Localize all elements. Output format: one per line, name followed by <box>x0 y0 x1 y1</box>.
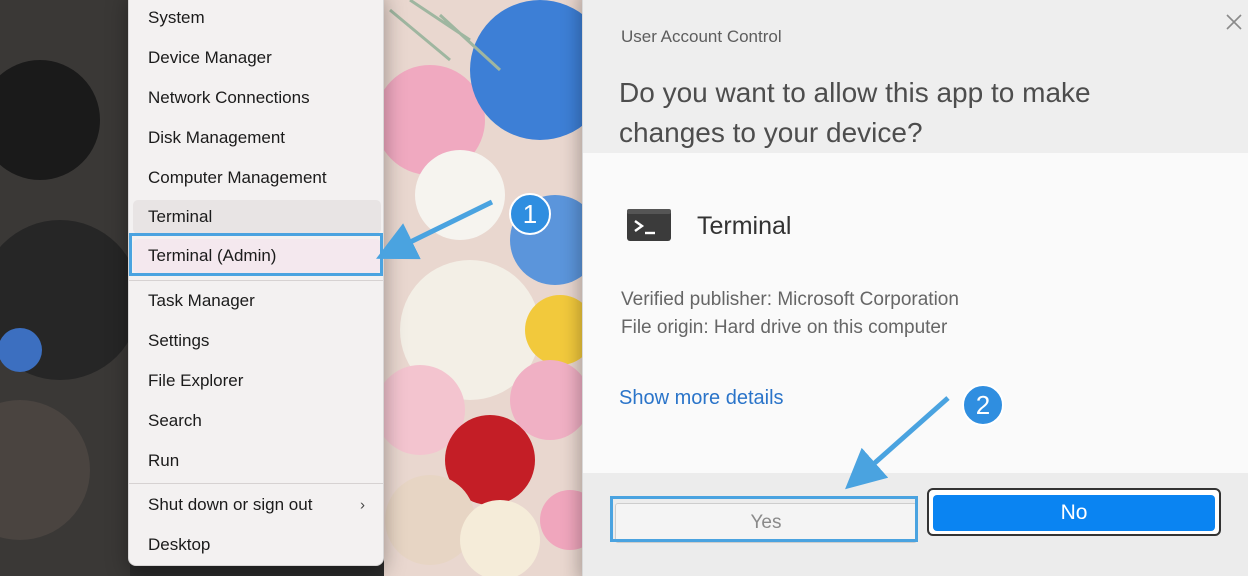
menu-item-system[interactable]: System <box>133 1 381 35</box>
menu-item-label: System <box>148 8 205 27</box>
file-origin: File origin: Hard drive on this computer <box>621 317 948 338</box>
show-more-details-link[interactable]: Show more details <box>619 387 784 410</box>
menu-item-terminal[interactable]: Terminal <box>133 200 381 234</box>
menu-item-label: File Explorer <box>148 371 244 390</box>
uac-body <box>583 153 1248 473</box>
menu-item-desktop[interactable]: Desktop <box>133 528 381 562</box>
winx-context-menu: System Device Manager Network Connection… <box>128 0 384 566</box>
uac-dialog: User Account Control Do you want to allo… <box>582 0 1248 576</box>
menu-item-task-manager[interactable]: Task Manager <box>133 284 381 318</box>
menu-separator <box>129 483 383 484</box>
menu-item-disk-management[interactable]: Disk Management <box>133 121 381 155</box>
menu-separator <box>129 280 383 281</box>
menu-item-terminal-admin[interactable]: Terminal (Admin) <box>133 239 381 273</box>
menu-item-label: Task Manager <box>148 291 255 310</box>
menu-item-label: Search <box>148 411 202 430</box>
menu-item-network-connections[interactable]: Network Connections <box>133 81 381 115</box>
verified-publisher: Verified publisher: Microsoft Corporatio… <box>621 289 959 310</box>
menu-item-shut-down-or-sign-out[interactable]: Shut down or sign out › <box>133 488 381 522</box>
menu-item-computer-management[interactable]: Computer Management <box>133 161 381 195</box>
menu-item-search[interactable]: Search <box>133 404 381 438</box>
uac-title: User Account Control <box>621 27 782 46</box>
close-icon[interactable] <box>1223 11 1245 33</box>
terminal-app-icon <box>627 209 671 241</box>
menu-item-run[interactable]: Run <box>133 444 381 478</box>
yes-button[interactable]: Yes <box>615 503 917 543</box>
menu-item-device-manager[interactable]: Device Manager <box>133 41 381 75</box>
no-button-focus-ring: No <box>927 488 1221 536</box>
no-button[interactable]: No <box>933 495 1215 531</box>
menu-item-label: Shut down or sign out <box>148 495 313 514</box>
menu-item-settings[interactable]: Settings <box>133 324 381 358</box>
menu-item-label: Network Connections <box>148 88 310 107</box>
menu-item-label: Run <box>148 451 180 470</box>
app-name: Terminal <box>697 212 792 240</box>
menu-item-label: Terminal (Admin) <box>148 246 277 265</box>
menu-item-label: Computer Management <box>148 168 327 187</box>
menu-item-label: Settings <box>148 331 210 350</box>
menu-item-label: Disk Management <box>148 128 286 147</box>
menu-item-label: Device Manager <box>148 48 272 67</box>
menu-item-file-explorer[interactable]: File Explorer <box>133 364 381 398</box>
menu-item-label: Desktop <box>148 535 211 554</box>
menu-item-label: Terminal <box>148 207 213 226</box>
uac-question: Do you want to allow this app to make ch… <box>619 77 1091 148</box>
chevron-right-icon: › <box>360 496 365 514</box>
